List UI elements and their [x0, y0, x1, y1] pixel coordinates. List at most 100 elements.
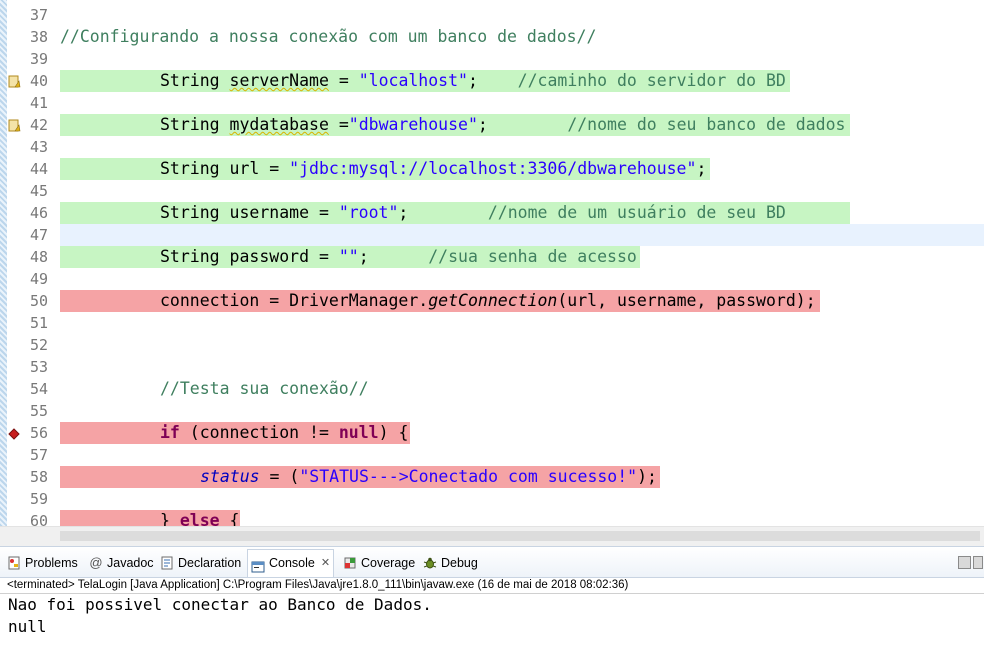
code-token: { — [219, 511, 240, 526]
code-token: //nome do seu banco de dados — [567, 115, 846, 134]
code-token: = — [328, 71, 359, 90]
line-number: 45 — [29, 182, 48, 200]
line-number: 38 — [29, 28, 48, 46]
tab-console[interactable]: Console ✕ — [247, 549, 335, 577]
line-number: 57 — [29, 446, 48, 464]
code-token: //Testa sua conexão// — [160, 379, 369, 398]
code-token: "root" — [338, 203, 399, 222]
code-area[interactable]: //Configurando a nossa conexão com um ba… — [60, 0, 984, 526]
code-token: = ( — [259, 467, 300, 486]
code-editor[interactable]: 37 38 39 40 41 42 43 44 45 46 47 48 49 50 51 52 53 54 55 56… — [0, 0, 984, 526]
views-tab-bar: Problems @ Javadoc Declaration Console ✕… — [0, 546, 984, 578]
line-number: 43 — [29, 138, 48, 156]
line-number: 56 — [29, 424, 48, 442]
line-number: 37 — [29, 6, 48, 24]
line-number-ruler: 37 38 39 40 41 42 43 44 45 46 47 48 49 50 51 52 53 54 55 56… — [22, 0, 48, 526]
tab-debug[interactable]: Debug — [423, 553, 478, 573]
line-number: 54 — [29, 380, 48, 398]
current-line-highlight — [60, 224, 984, 246]
breakpoint-icon[interactable] — [8, 426, 21, 445]
code-token: "jdbc:mysql://localhost:3306/dbwarehouse… — [289, 159, 697, 178]
code-token: ; — [358, 247, 429, 266]
code-token: mydatabase — [229, 115, 329, 134]
line-number: 39 — [29, 50, 48, 68]
line-number: 42 — [29, 116, 48, 134]
maximize-view-button[interactable] — [973, 556, 983, 569]
line-number: 59 — [29, 490, 48, 508]
code-line[interactable]: } else { — [160, 510, 240, 526]
code-token: (connection != — [179, 423, 339, 442]
code-line[interactable]: status = ("STATUS--->Conectado com suces… — [200, 466, 657, 488]
line-number: 50 — [29, 292, 48, 310]
line-number: 41 — [29, 94, 48, 112]
scrollbar-thumb[interactable] — [60, 531, 980, 541]
code-token: ; — [696, 159, 707, 178]
code-token: (url, username, password); — [557, 291, 816, 310]
code-line[interactable]: if (connection != null) { — [160, 422, 408, 444]
code-line[interactable]: //Testa sua conexão// — [160, 378, 369, 400]
tab-declaration[interactable]: Declaration — [160, 553, 241, 573]
declaration-icon — [160, 556, 174, 570]
close-icon[interactable]: ✕ — [321, 550, 330, 577]
line-number: 58 — [29, 468, 48, 486]
code-token: //Configurando a nossa conexão com um ba… — [60, 27, 597, 46]
console-line: Nao foi possivel conectar ao Banco de Da… — [8, 595, 432, 614]
minimize-view-button[interactable] — [958, 556, 971, 569]
line-number: 49 — [29, 270, 48, 288]
code-line[interactable]: //Configurando a nossa conexão com um ba… — [60, 26, 596, 48]
console-icon — [251, 557, 265, 572]
line-number: 52 — [29, 336, 48, 354]
problems-icon — [7, 556, 21, 570]
annotation-column[interactable] — [7, 0, 22, 526]
debug-icon — [423, 556, 437, 570]
code-line[interactable]: connection = DriverManager.getConnection… — [160, 290, 816, 312]
warning-marker-icon[interactable] — [8, 74, 21, 93]
code-token: ) { — [378, 423, 409, 442]
code-token: String username = — [160, 203, 339, 222]
line-number: 55 — [29, 402, 48, 420]
console-process-label: <terminated> TelaLogin [Java Application… — [0, 577, 984, 594]
tab-label: Declaration — [178, 556, 242, 570]
tab-label: Javadoc — [107, 556, 154, 570]
code-token: ; — [467, 71, 518, 90]
code-token: status — [200, 467, 260, 486]
code-token: String — [160, 71, 230, 90]
code-token: "STATUS--->Conectado com sucesso!" — [299, 467, 638, 486]
code-token: //sua senha de acesso — [428, 247, 637, 266]
code-line[interactable]: String mydatabase ="dbwarehouse"; //nome… — [160, 114, 845, 136]
tab-problems[interactable]: Problems — [7, 553, 78, 573]
code-line[interactable]: String serverName = "localhost"; //camin… — [160, 70, 786, 92]
tab-javadoc[interactable]: @ Javadoc — [89, 553, 154, 573]
tab-label: Problems — [25, 556, 78, 570]
code-token: connection = DriverManager. — [160, 291, 429, 310]
code-token: = — [328, 115, 349, 134]
code-token: if — [160, 423, 180, 442]
code-line[interactable]: String url = "jdbc:mysql://localhost:330… — [160, 158, 706, 180]
horizontal-scrollbar[interactable] — [0, 526, 984, 546]
code-token: String — [160, 115, 230, 134]
line-number: 46 — [29, 204, 48, 222]
line-number: 51 — [29, 314, 48, 332]
line-number: 47 — [29, 226, 48, 244]
overview-ruler[interactable] — [0, 0, 7, 526]
tab-label: Coverage — [361, 556, 416, 570]
code-token: "dbwarehouse" — [348, 115, 478, 134]
code-token: } — [160, 511, 180, 526]
code-token: String url = — [160, 159, 290, 178]
code-line[interactable]: String password = ""; //sua senha de ace… — [160, 246, 637, 268]
tab-coverage[interactable]: Coverage — [343, 553, 415, 573]
code-token: ); — [637, 467, 657, 486]
line-number: 40 — [29, 72, 48, 90]
code-token: ; — [398, 203, 488, 222]
code-token: else — [179, 511, 220, 526]
javadoc-icon: @ — [89, 555, 103, 570]
line-number: 53 — [29, 358, 48, 376]
code-token: serverName — [229, 71, 329, 90]
code-token: //caminho do servidor do BD — [517, 71, 786, 90]
code-token: String password = — [160, 247, 339, 266]
warning-marker-icon[interactable] — [8, 118, 21, 137]
console-output[interactable]: Nao foi possivel conectar ao Banco de Da… — [8, 594, 432, 638]
coverage-icon — [343, 556, 357, 570]
code-token: ; — [477, 115, 568, 134]
code-line[interactable]: String username = "root"; //nome de um u… — [160, 202, 786, 224]
